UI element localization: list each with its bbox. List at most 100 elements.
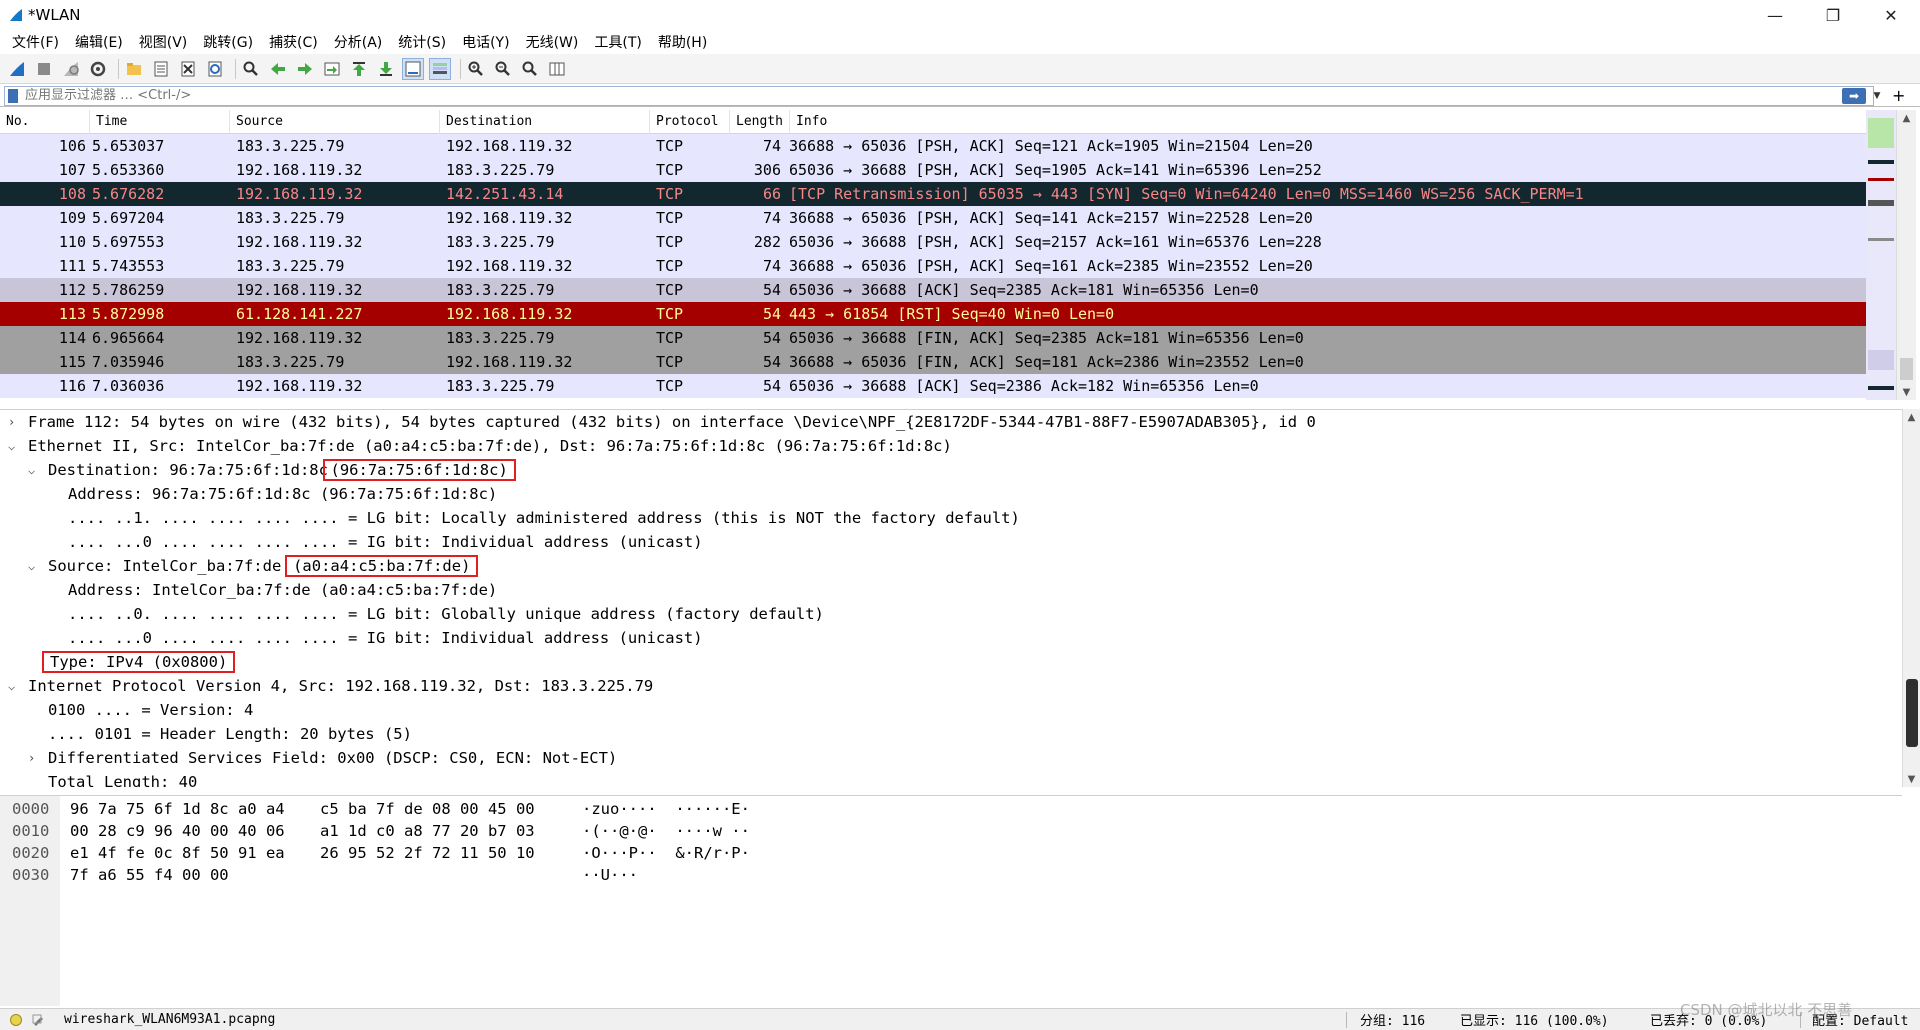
table-row[interactable]: 112 5.786259 192.168.119.32 183.3.225.79 TCP… — [0, 278, 1866, 302]
column-header-destination[interactable]: Destination — [440, 110, 650, 134]
column-header-no[interactable]: No. — [0, 110, 90, 134]
table-row[interactable]: 111 5.743553 183.3.225.79 192.168.119.32 TCP… — [0, 254, 1866, 278]
menu-view[interactable]: 视图(V) — [131, 32, 196, 52]
save-file-button[interactable] — [150, 58, 172, 80]
table-row[interactable]: 106 5.653037 183.3.225.79 192.168.119.32 TCP… — [0, 134, 1866, 158]
add-filter-button[interactable]: + — [1892, 86, 1905, 105]
stop-capture-button[interactable] — [33, 58, 55, 80]
scrollbar-thumb[interactable] — [1906, 679, 1918, 747]
detail-tree-item[interactable]: 0100 .... = Version: 4 — [0, 698, 1902, 722]
zoom-reset-button[interactable] — [519, 58, 541, 80]
packet-list[interactable]: No. Time Source Destination Protocol Len… — [0, 110, 1866, 400]
scroll-up-icon[interactable]: ▲ — [1903, 409, 1920, 425]
table-row[interactable]: 108 5.676282 192.168.119.32 142.251.43.14 TC… — [0, 182, 1866, 206]
go-to-packet-button[interactable] — [321, 58, 343, 80]
scrollbar-thumb[interactable] — [1900, 358, 1913, 380]
go-back-button[interactable] — [267, 58, 289, 80]
detail-tree-item[interactable]: Address: 96:7a:75:6f:1d:8c (96:7a:75:6f:… — [0, 482, 1902, 506]
detail-tree-item[interactable]: › Differentiated Services Field: 0x00 (DS… — [0, 746, 1902, 770]
detail-tree-item[interactable]: ⌵ Ethernet II, Src: IntelCor_ba:7f:de (a0… — [0, 434, 1902, 458]
chevron-right-icon[interactable]: › — [8, 410, 15, 434]
go-first-packet-button[interactable] — [348, 58, 370, 80]
capture-options-button[interactable] — [87, 58, 109, 80]
table-row[interactable]: 110 5.697553 192.168.119.32 183.3.225.79 TCP… — [0, 230, 1866, 254]
detail-tree-item[interactable]: Address: IntelCor_ba:7f:de (a0:a4:c5:ba:… — [0, 578, 1902, 602]
edit-comment-icon[interactable] — [32, 1014, 46, 1026]
go-forward-button[interactable] — [294, 58, 316, 80]
auto-scroll-button[interactable] — [402, 57, 424, 80]
go-last-packet-button[interactable] — [375, 58, 397, 80]
scroll-down-icon[interactable]: ▼ — [1897, 384, 1916, 400]
chevron-down-icon[interactable]: ▼ — [1870, 88, 1884, 104]
bytes-row[interactable]: 0030 7f a6 55 f4 00 00 ··U··· — [0, 864, 900, 886]
display-filter-input[interactable] — [4, 85, 1874, 106]
detail-tree-item[interactable]: .... ..0. .... .... .... .... = LG bit: … — [0, 602, 1902, 626]
open-file-button[interactable] — [123, 58, 145, 80]
find-packet-button[interactable] — [240, 58, 262, 80]
packet-destination: 183.3.225.79 — [446, 281, 555, 299]
bytes-row[interactable]: 0010 00 28 c9 96 40 00 40 06 a1 1d c0 a8 7… — [0, 820, 900, 842]
menu-edit[interactable]: 编辑(E) — [67, 32, 131, 52]
expert-info-icon[interactable] — [10, 1013, 22, 1026]
detail-tree-item[interactable]: .... ...0 .... .... .... .... = IG bit: … — [0, 626, 1902, 650]
menu-statistics[interactable]: 统计(S) — [390, 32, 454, 52]
bytes-row[interactable]: 0000 96 7a 75 6f 1d 8c a0 a4 c5 ba 7f de 0… — [0, 798, 900, 820]
menu-analyze[interactable]: 分析(A) — [326, 32, 391, 52]
minimize-button[interactable]: — — [1746, 0, 1804, 30]
restart-capture-button[interactable] — [60, 58, 82, 80]
column-header-time[interactable]: Time — [90, 110, 230, 134]
detail-tree-item[interactable]: ⌵ Destination: 96:7a:75:6f:1d:8c (96:7a:75… — [0, 458, 1902, 482]
bookmark-icon[interactable] — [8, 89, 18, 103]
byte-ascii: ·zuo···· ······E· — [582, 800, 750, 818]
resize-columns-button[interactable] — [546, 58, 568, 80]
detail-tree-item[interactable]: ⌵ Internet Protocol Version 4, Src: 192.1… — [0, 674, 1902, 698]
start-capture-button[interactable] — [6, 58, 28, 80]
detail-tree-item[interactable]: .... 0101 = Header Length: 20 bytes (5) — [0, 722, 1902, 746]
packet-bytes[interactable]: 0000 96 7a 75 6f 1d 8c a0 a4 c5 ba 7f de 0… — [0, 795, 1902, 1006]
bytes-row[interactable]: 0020 e1 4f fe 0c 8f 50 91 ea 26 95 52 2f 7… — [0, 842, 900, 864]
chevron-right-icon[interactable]: › — [28, 746, 35, 770]
packet-details[interactable]: › Frame 112: 54 bytes on wire (432 bits),… — [0, 409, 1902, 787]
detail-tree-item[interactable]: Total Length: 40 — [0, 770, 1902, 787]
menu-tools[interactable]: 工具(T) — [586, 32, 649, 52]
reload-file-button[interactable] — [204, 58, 226, 80]
packet-minimap[interactable] — [1866, 110, 1896, 400]
column-header-length[interactable]: Length — [730, 110, 790, 134]
scroll-up-icon[interactable]: ▲ — [1897, 110, 1916, 126]
detail-tree-item[interactable]: .... ...0 .... .... .... .... = IG bit: … — [0, 530, 1902, 554]
zoom-in-button[interactable] — [465, 58, 487, 80]
column-header-source[interactable]: Source — [230, 110, 440, 134]
table-row[interactable]: 116 7.036036 192.168.119.32 183.3.225.79 TCP… — [0, 374, 1866, 398]
menu-capture[interactable]: 捕获(C) — [261, 32, 326, 52]
colorize-button[interactable] — [429, 57, 451, 80]
menu-file[interactable]: 文件(F) — [4, 32, 67, 52]
close-button[interactable]: ✕ — [1862, 0, 1920, 30]
chevron-down-icon[interactable]: ⌵ — [8, 434, 15, 458]
detail-tree-item[interactable]: .... ..1. .... .... .... .... = LG bit: … — [0, 506, 1902, 530]
document-icon — [154, 61, 168, 76]
menu-telephony[interactable]: 电话(Y) — [454, 32, 517, 52]
chevron-down-icon[interactable]: ⌵ — [28, 458, 35, 482]
detail-tree-item[interactable]: › Frame 112: 54 bytes on wire (432 bits),… — [0, 410, 1902, 434]
column-header-info[interactable]: Info — [790, 110, 1866, 134]
detail-tree-item[interactable]: ⌵ Source: IntelCor_ba:7f:de (a0:a4:c5:ba:… — [0, 554, 1902, 578]
close-file-button[interactable] — [177, 58, 199, 80]
chevron-down-icon[interactable]: ⌵ — [28, 554, 35, 578]
table-row[interactable]: 113 5.872998 61.128.141.227 192.168.119.32 T… — [0, 302, 1866, 326]
column-header-protocol[interactable]: Protocol — [650, 110, 730, 134]
scroll-down-icon[interactable]: ▼ — [1903, 771, 1920, 787]
apply-filter-button[interactable]: ➡ — [1842, 88, 1866, 104]
table-row[interactable]: 109 5.697204 183.3.225.79 192.168.119.32 TCP… — [0, 206, 1866, 230]
chevron-down-icon[interactable]: ⌵ — [8, 674, 15, 698]
details-scrollbar[interactable]: ▲ ▼ — [1902, 409, 1920, 787]
menu-go[interactable]: 跳转(G) — [195, 32, 261, 52]
zoom-out-button[interactable] — [492, 58, 514, 80]
detail-tree-item[interactable]: Type: IPv4 (0x0800) — [0, 650, 1902, 674]
menu-help[interactable]: 帮助(H) — [650, 32, 715, 52]
table-row[interactable]: 107 5.653360 192.168.119.32 183.3.225.79 TCP… — [0, 158, 1866, 182]
maximize-button[interactable]: ❐ — [1804, 0, 1862, 30]
table-row[interactable]: 115 7.035946 183.3.225.79 192.168.119.32 TCP… — [0, 350, 1866, 374]
table-row[interactable]: 114 6.965664 192.168.119.32 183.3.225.79 TCP… — [0, 326, 1866, 350]
menu-wireless[interactable]: 无线(W) — [518, 32, 587, 52]
packet-list-scrollbar[interactable]: ▲ ▼ — [1896, 110, 1916, 400]
